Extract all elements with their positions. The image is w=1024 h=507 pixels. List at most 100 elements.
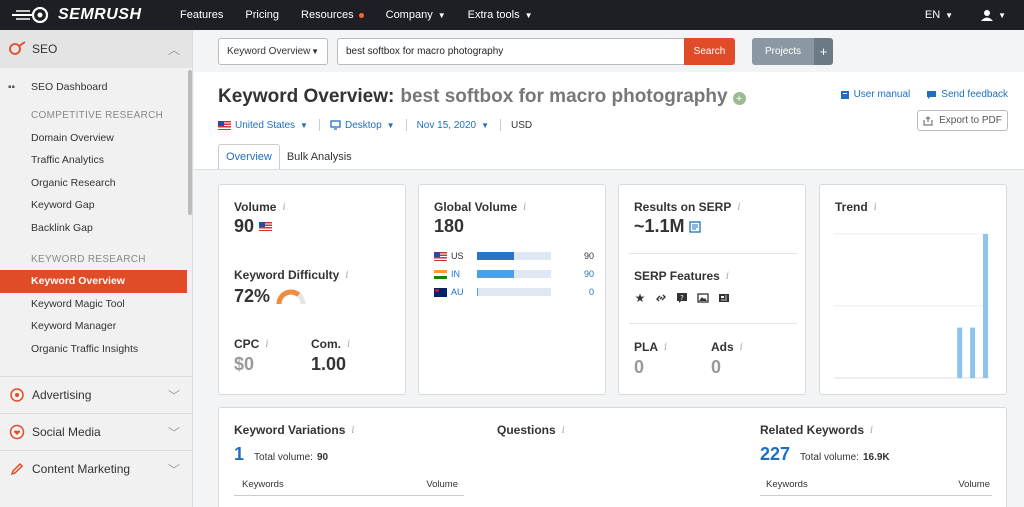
volume-bar bbox=[477, 288, 551, 296]
difficulty-label-text: Keyword Difficulty bbox=[234, 268, 340, 282]
add-keyword-icon[interactable]: + bbox=[732, 92, 746, 105]
content-panel: Keyword Overview: best softbox for macro… bbox=[194, 72, 1024, 507]
question-icon[interactable]: ? bbox=[676, 292, 688, 304]
serp-page-icon[interactable] bbox=[688, 220, 701, 233]
language-select[interactable]: EN ▼ bbox=[925, 9, 953, 21]
keyword-search-input[interactable] bbox=[337, 38, 684, 65]
tool-select[interactable]: Keyword Overview ▼ bbox=[218, 38, 328, 65]
divider bbox=[318, 119, 320, 131]
us-flag-icon bbox=[434, 251, 447, 261]
cpc-label: CPC i bbox=[234, 337, 269, 351]
country-row-au[interactable]: AU 0 bbox=[434, 283, 594, 301]
country-volume: 0 bbox=[588, 287, 594, 297]
column-volume[interactable]: Volume bbox=[958, 479, 992, 490]
related-keywords-count[interactable]: 227 bbox=[760, 444, 790, 465]
info-icon[interactable]: i bbox=[562, 425, 565, 436]
device-select[interactable]: Desktop ▼ bbox=[330, 120, 395, 131]
sidebar-item-seo-dashboard[interactable]: ▪▪ SEO Dashboard bbox=[0, 76, 192, 99]
star-icon[interactable]: ★ bbox=[634, 291, 646, 305]
country-volume: 90 bbox=[583, 269, 594, 279]
tool-select-label: Keyword Overview bbox=[227, 46, 311, 57]
sidebar-item-keyword-overview[interactable]: Keyword Overview bbox=[0, 270, 187, 293]
caret-down-icon: ▼ bbox=[945, 10, 954, 20]
sidebar-item-traffic-analytics[interactable]: Traffic Analytics bbox=[0, 149, 192, 172]
country-row-us[interactable]: US 90 bbox=[434, 247, 594, 265]
info-icon[interactable]: i bbox=[345, 270, 348, 281]
sidebar-item-keyword-magic-tool[interactable]: Keyword Magic Tool bbox=[0, 293, 192, 316]
info-icon[interactable]: i bbox=[737, 202, 740, 213]
sidebar-item-keyword-manager[interactable]: Keyword Manager bbox=[0, 315, 192, 338]
nav-pricing-label: Pricing bbox=[245, 9, 280, 21]
total-volume-value: 16.9K bbox=[862, 452, 890, 463]
column-keywords[interactable]: Keywords bbox=[760, 479, 808, 490]
info-icon[interactable]: i bbox=[740, 342, 743, 353]
export-pdf-button[interactable]: Export to PDF bbox=[917, 110, 1008, 131]
column-keywords[interactable]: Keywords bbox=[234, 479, 284, 490]
add-project-button[interactable]: + bbox=[814, 38, 833, 65]
volume-label: Volume i bbox=[234, 200, 286, 214]
info-icon[interactable]: i bbox=[726, 271, 729, 282]
nav-company[interactable]: Company ▼ bbox=[386, 9, 446, 21]
image-icon[interactable] bbox=[697, 292, 709, 304]
info-icon[interactable]: i bbox=[874, 202, 877, 213]
projects-button[interactable]: Projects bbox=[752, 38, 814, 65]
nav-extra-tools-label: Extra tools bbox=[467, 9, 520, 21]
global-volume-label: Global Volume i bbox=[434, 200, 526, 214]
search-button[interactable]: Search bbox=[684, 38, 735, 65]
country-select[interactable]: United States ▼ bbox=[218, 120, 308, 131]
sidebar-item-organic-traffic-insights[interactable]: Organic Traffic Insights bbox=[0, 338, 192, 361]
tab-overview[interactable]: Overview bbox=[218, 144, 280, 170]
sidebar-scrollbar[interactable] bbox=[188, 70, 192, 215]
sidebar-section-advertising[interactable]: Advertising ﹀ bbox=[0, 376, 192, 413]
volume-card: Volume i 90 Keyword Difficulty i 72% CPC… bbox=[218, 184, 406, 395]
ads-label-text: Ads bbox=[711, 340, 734, 354]
sidebar-section-social-media[interactable]: Social Media ﹀ bbox=[0, 413, 192, 450]
nav-pricing[interactable]: Pricing bbox=[245, 9, 279, 21]
send-feedback-link[interactable]: Send feedback bbox=[926, 89, 1008, 100]
sidebar-item-domain-overview[interactable]: Domain Overview bbox=[0, 127, 192, 150]
new-dot-icon bbox=[358, 12, 364, 18]
sidebar-section-content-marketing[interactable]: Content Marketing ﹀ bbox=[0, 450, 192, 487]
pla-label-text: PLA bbox=[634, 340, 658, 354]
trend-bar[interactable] bbox=[970, 327, 976, 378]
tab-bulk-analysis[interactable]: Bulk Analysis bbox=[280, 144, 359, 170]
related-keywords-table-head: Keywords Volume bbox=[760, 479, 992, 496]
caret-down-icon: ▼ bbox=[437, 10, 446, 20]
ads-label: Ads i bbox=[711, 340, 743, 354]
info-icon[interactable]: i bbox=[870, 425, 873, 436]
keyword-variations-label-text: Keyword Variations bbox=[234, 423, 346, 437]
sidebar-item-organic-research[interactable]: Organic Research bbox=[0, 172, 192, 195]
link-icon[interactable] bbox=[655, 292, 667, 304]
user-menu[interactable]: ▼ bbox=[981, 9, 1006, 21]
info-icon[interactable]: i bbox=[347, 339, 350, 350]
country-row-in[interactable]: IN 90 bbox=[434, 265, 594, 283]
info-icon[interactable]: i bbox=[282, 202, 285, 213]
date-select[interactable]: Nov 15, 2020 ▼ bbox=[417, 120, 489, 131]
nav-features[interactable]: Features bbox=[180, 9, 223, 21]
chevron-down-icon: ▼ bbox=[300, 120, 308, 130]
target-icon bbox=[8, 386, 26, 404]
top-nav: Features Pricing Resources Company ▼ Extr… bbox=[180, 0, 555, 30]
info-icon[interactable]: i bbox=[265, 339, 268, 350]
info-icon[interactable]: i bbox=[664, 342, 667, 353]
semrush-logo[interactable]: SEMRUSH bbox=[10, 6, 180, 24]
related-keywords-summary: 227 Total volume: 16.9K bbox=[760, 444, 992, 465]
trend-bar[interactable] bbox=[983, 234, 988, 378]
sidebar-section-seo[interactable]: SEO ︿ bbox=[0, 30, 192, 68]
news-icon[interactable] bbox=[718, 292, 730, 304]
nav-resources-label: Resources bbox=[301, 9, 354, 21]
column-volume[interactable]: Volume bbox=[426, 479, 464, 490]
sidebar-item-keyword-gap[interactable]: Keyword Gap bbox=[0, 194, 192, 217]
sidebar-seo-label: SEO bbox=[32, 42, 58, 56]
nav-resources[interactable]: Resources bbox=[301, 9, 364, 21]
currency-label: USD bbox=[511, 119, 533, 131]
volume-label-text: Volume bbox=[234, 200, 277, 214]
info-icon[interactable]: i bbox=[523, 202, 526, 213]
user-manual-link[interactable]: User manual bbox=[840, 89, 910, 100]
keyword-variations-count[interactable]: 1 bbox=[234, 444, 244, 465]
sidebar-item-backlink-gap[interactable]: Backlink Gap bbox=[0, 217, 192, 240]
trend-bar[interactable] bbox=[957, 327, 963, 378]
info-icon[interactable]: i bbox=[351, 425, 354, 436]
svg-text:?: ? bbox=[680, 294, 684, 302]
nav-extra-tools[interactable]: Extra tools ▼ bbox=[468, 9, 533, 21]
